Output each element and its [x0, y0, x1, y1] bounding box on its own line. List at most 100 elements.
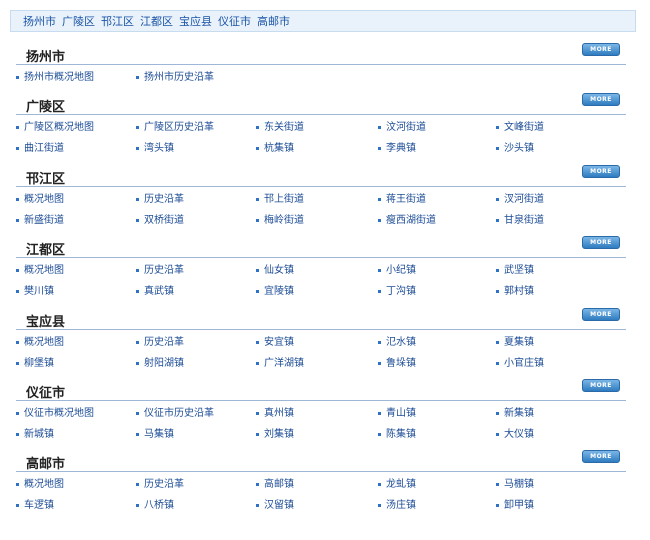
area-link[interactable]: 夏集镇 — [496, 333, 534, 348]
more-button[interactable]: MORE — [582, 165, 620, 178]
section-gaoyou: 高邮市 MORE 概况地图 历史沿革 高邮镇 龙虬镇 马棚镇 车逻镇 八桥镇 汉留镇 汤庄镇 卸甲镇 — [16, 450, 626, 514]
area-link[interactable]: 蒋王街道 — [378, 190, 426, 205]
area-link[interactable]: 杭集镇 — [256, 139, 294, 154]
area-link[interactable]: 广陵区概况地图 — [16, 118, 94, 133]
area-link[interactable]: 高邮镇 — [256, 475, 294, 490]
area-link[interactable]: 湾头镇 — [136, 139, 174, 154]
area-link-label: 樊川镇 — [24, 286, 54, 297]
bullet-icon — [16, 146, 19, 150]
area-link-label: 刘集镇 — [264, 429, 294, 440]
area-link[interactable]: 汤庄镇 — [378, 496, 416, 511]
area-link[interactable]: 甘泉街道 — [496, 211, 544, 226]
top-nav-link-gaoyou[interactable]: 高邮市 — [257, 13, 290, 29]
area-link[interactable]: 卸甲镇 — [496, 496, 534, 511]
area-link-label: 东关街道 — [264, 122, 304, 133]
area-link-label: 双桥街道 — [144, 215, 184, 226]
area-link-label: 蒋王街道 — [386, 194, 426, 205]
area-link[interactable]: 概况地图 — [16, 190, 64, 205]
area-link[interactable]: 双桥街道 — [136, 211, 184, 226]
area-link-label: 八桥镇 — [144, 500, 174, 511]
area-link[interactable]: 邗上街道 — [256, 190, 304, 205]
area-link[interactable]: 龙虬镇 — [378, 475, 416, 490]
area-link[interactable]: 新盛街道 — [16, 211, 64, 226]
more-button[interactable]: MORE — [582, 93, 620, 106]
area-link[interactable]: 历史沿革 — [136, 190, 184, 205]
area-link[interactable]: 曲江街道 — [16, 139, 64, 154]
area-link[interactable]: 新城镇 — [16, 425, 54, 440]
top-nav-link-guangling[interactable]: 广陵区 — [62, 13, 95, 29]
area-link[interactable]: 真武镇 — [136, 282, 174, 297]
area-link[interactable]: 概况地图 — [16, 261, 64, 276]
area-link-label: 历史沿革 — [144, 194, 184, 205]
area-link[interactable]: 历史沿革 — [136, 261, 184, 276]
section-title: 仪征市 — [26, 386, 66, 401]
area-link[interactable]: 瘦西湖街道 — [378, 211, 436, 226]
more-button[interactable]: MORE — [582, 43, 620, 56]
area-link[interactable]: 历史沿革 — [136, 475, 184, 490]
area-link[interactable]: 小纪镇 — [378, 261, 416, 276]
area-link-label: 湾头镇 — [144, 143, 174, 154]
area-link[interactable]: 新集镇 — [496, 404, 534, 419]
area-link[interactable]: 广陵区历史沿革 — [136, 118, 214, 133]
area-link[interactable]: 仪征市概况地图 — [16, 404, 94, 419]
area-link[interactable]: 李典镇 — [378, 139, 416, 154]
more-button[interactable]: MORE — [582, 308, 620, 321]
area-link[interactable]: 宜陵镇 — [256, 282, 294, 297]
area-link[interactable]: 陈集镇 — [378, 425, 416, 440]
section-header: 邗江区 MORE — [16, 165, 626, 187]
area-link[interactable]: 车逻镇 — [16, 496, 54, 511]
area-link[interactable]: 文峰街道 — [496, 118, 544, 133]
top-nav-link-baoying[interactable]: 宝应县 — [179, 13, 212, 29]
area-link[interactable]: 真州镇 — [256, 404, 294, 419]
area-link[interactable]: 汉留镇 — [256, 496, 294, 511]
bullet-icon — [378, 289, 381, 293]
bullet-icon — [496, 146, 499, 150]
top-nav-link-yangzhou[interactable]: 扬州市 — [23, 13, 56, 29]
area-link[interactable]: 沙头镇 — [496, 139, 534, 154]
top-nav-link-hanjiang[interactable]: 邗江区 — [101, 13, 134, 29]
area-link[interactable]: 大仪镇 — [496, 425, 534, 440]
area-link[interactable]: 仙女镇 — [256, 261, 294, 276]
area-link[interactable]: 历史沿革 — [136, 333, 184, 348]
area-link[interactable]: 小官庄镇 — [496, 354, 544, 369]
area-link[interactable]: 安宜镇 — [256, 333, 294, 348]
area-link[interactable]: 丁沟镇 — [378, 282, 416, 297]
area-link[interactable]: 仪征市历史沿革 — [136, 404, 214, 419]
area-link[interactable]: 马棚镇 — [496, 475, 534, 490]
area-link[interactable]: 八桥镇 — [136, 496, 174, 511]
area-link-label: 汊河街道 — [504, 194, 544, 205]
area-link[interactable]: 扬州市历史沿革 — [136, 68, 214, 83]
area-link[interactable]: 扬州市概况地图 — [16, 68, 94, 83]
area-link-label: 氾水镇 — [386, 337, 416, 348]
more-button[interactable]: MORE — [582, 379, 620, 392]
bullet-icon — [136, 340, 139, 344]
area-link[interactable]: 柳堡镇 — [16, 354, 54, 369]
link-row: 车逻镇 八桥镇 汉留镇 汤庄镇 卸甲镇 — [16, 493, 626, 514]
bullet-icon — [256, 432, 259, 436]
area-link[interactable]: 马集镇 — [136, 425, 174, 440]
area-link[interactable]: 樊川镇 — [16, 282, 54, 297]
more-button[interactable]: MORE — [582, 450, 620, 463]
area-link[interactable]: 汶河街道 — [378, 118, 426, 133]
area-link[interactable]: 刘集镇 — [256, 425, 294, 440]
more-button[interactable]: MORE — [582, 236, 620, 249]
area-link[interactable]: 氾水镇 — [378, 333, 416, 348]
area-link[interactable]: 汊河街道 — [496, 190, 544, 205]
area-link-label: 车逻镇 — [24, 500, 54, 511]
area-link[interactable]: 概况地图 — [16, 475, 64, 490]
area-link-label: 射阳湖镇 — [144, 358, 184, 369]
area-link[interactable]: 郭村镇 — [496, 282, 534, 297]
link-row: 仪征市概况地图 仪征市历史沿革 真州镇 青山镇 新集镇 — [16, 401, 626, 422]
area-link[interactable]: 概况地图 — [16, 333, 64, 348]
section-yangzhou: 扬州市 MORE 扬州市概况地图 扬州市历史沿革 — [16, 43, 626, 86]
area-link[interactable]: 鲁垛镇 — [378, 354, 416, 369]
top-nav-link-yizheng[interactable]: 仪征市 — [218, 13, 251, 29]
area-link[interactable]: 东关街道 — [256, 118, 304, 133]
link-row: 曲江街道 湾头镇 杭集镇 李典镇 沙头镇 — [16, 136, 626, 157]
area-link[interactable]: 射阳湖镇 — [136, 354, 184, 369]
area-link[interactable]: 广洋湖镇 — [256, 354, 304, 369]
area-link[interactable]: 梅岭街道 — [256, 211, 304, 226]
area-link[interactable]: 青山镇 — [378, 404, 416, 419]
area-link[interactable]: 武坚镇 — [496, 261, 534, 276]
top-nav-link-jiangdu[interactable]: 江都区 — [140, 13, 173, 29]
